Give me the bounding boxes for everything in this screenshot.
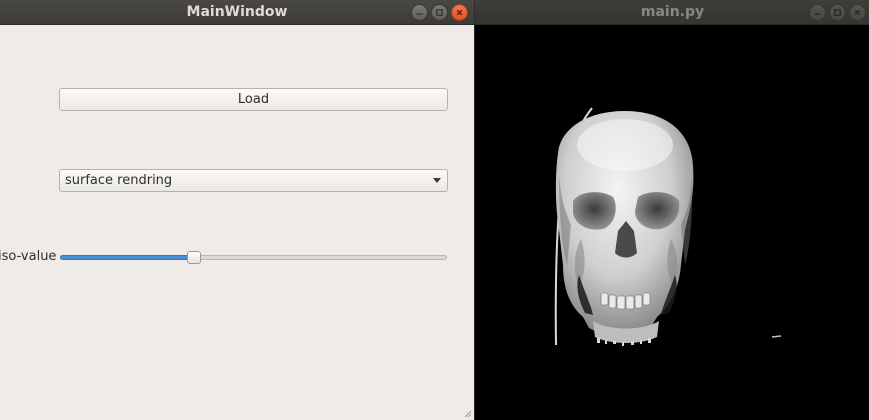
chevron-down-icon <box>433 178 441 183</box>
render-mode-value: surface rendring <box>65 173 173 188</box>
render-window-titlebar[interactable]: main.py <box>475 0 869 25</box>
load-button[interactable]: Load <box>59 88 448 111</box>
skull-render <box>554 107 782 346</box>
slider-handle[interactable] <box>187 251 201 264</box>
close-icon <box>456 9 463 16</box>
volume-render-viewport[interactable] <box>475 25 869 420</box>
minimize-button[interactable] <box>411 4 428 21</box>
iso-value-label: iso-value <box>0 249 57 264</box>
iso-value-slider[interactable] <box>60 250 447 266</box>
close-button[interactable] <box>849 4 866 21</box>
minimize-icon <box>814 13 821 15</box>
maximize-button[interactable] <box>431 4 448 21</box>
main-window-title: MainWindow <box>186 4 288 20</box>
main-window-titlebar[interactable]: MainWindow <box>0 0 474 25</box>
render-window-controls <box>809 4 866 21</box>
slider-fill <box>60 255 194 260</box>
maximize-icon <box>834 9 841 16</box>
close-icon <box>854 9 861 16</box>
minimize-icon <box>416 13 423 15</box>
maximize-icon <box>436 9 443 16</box>
render-window: main.py <box>474 0 869 420</box>
minimize-button[interactable] <box>809 4 826 21</box>
resize-grip-icon[interactable] <box>464 410 472 418</box>
render-mode-select[interactable]: surface rendring <box>59 169 448 192</box>
main-window-controls <box>411 4 468 21</box>
maximize-button[interactable] <box>829 4 846 21</box>
main-window: MainWindow Load surface rendring iso-val… <box>0 0 474 420</box>
close-button[interactable] <box>451 4 468 21</box>
